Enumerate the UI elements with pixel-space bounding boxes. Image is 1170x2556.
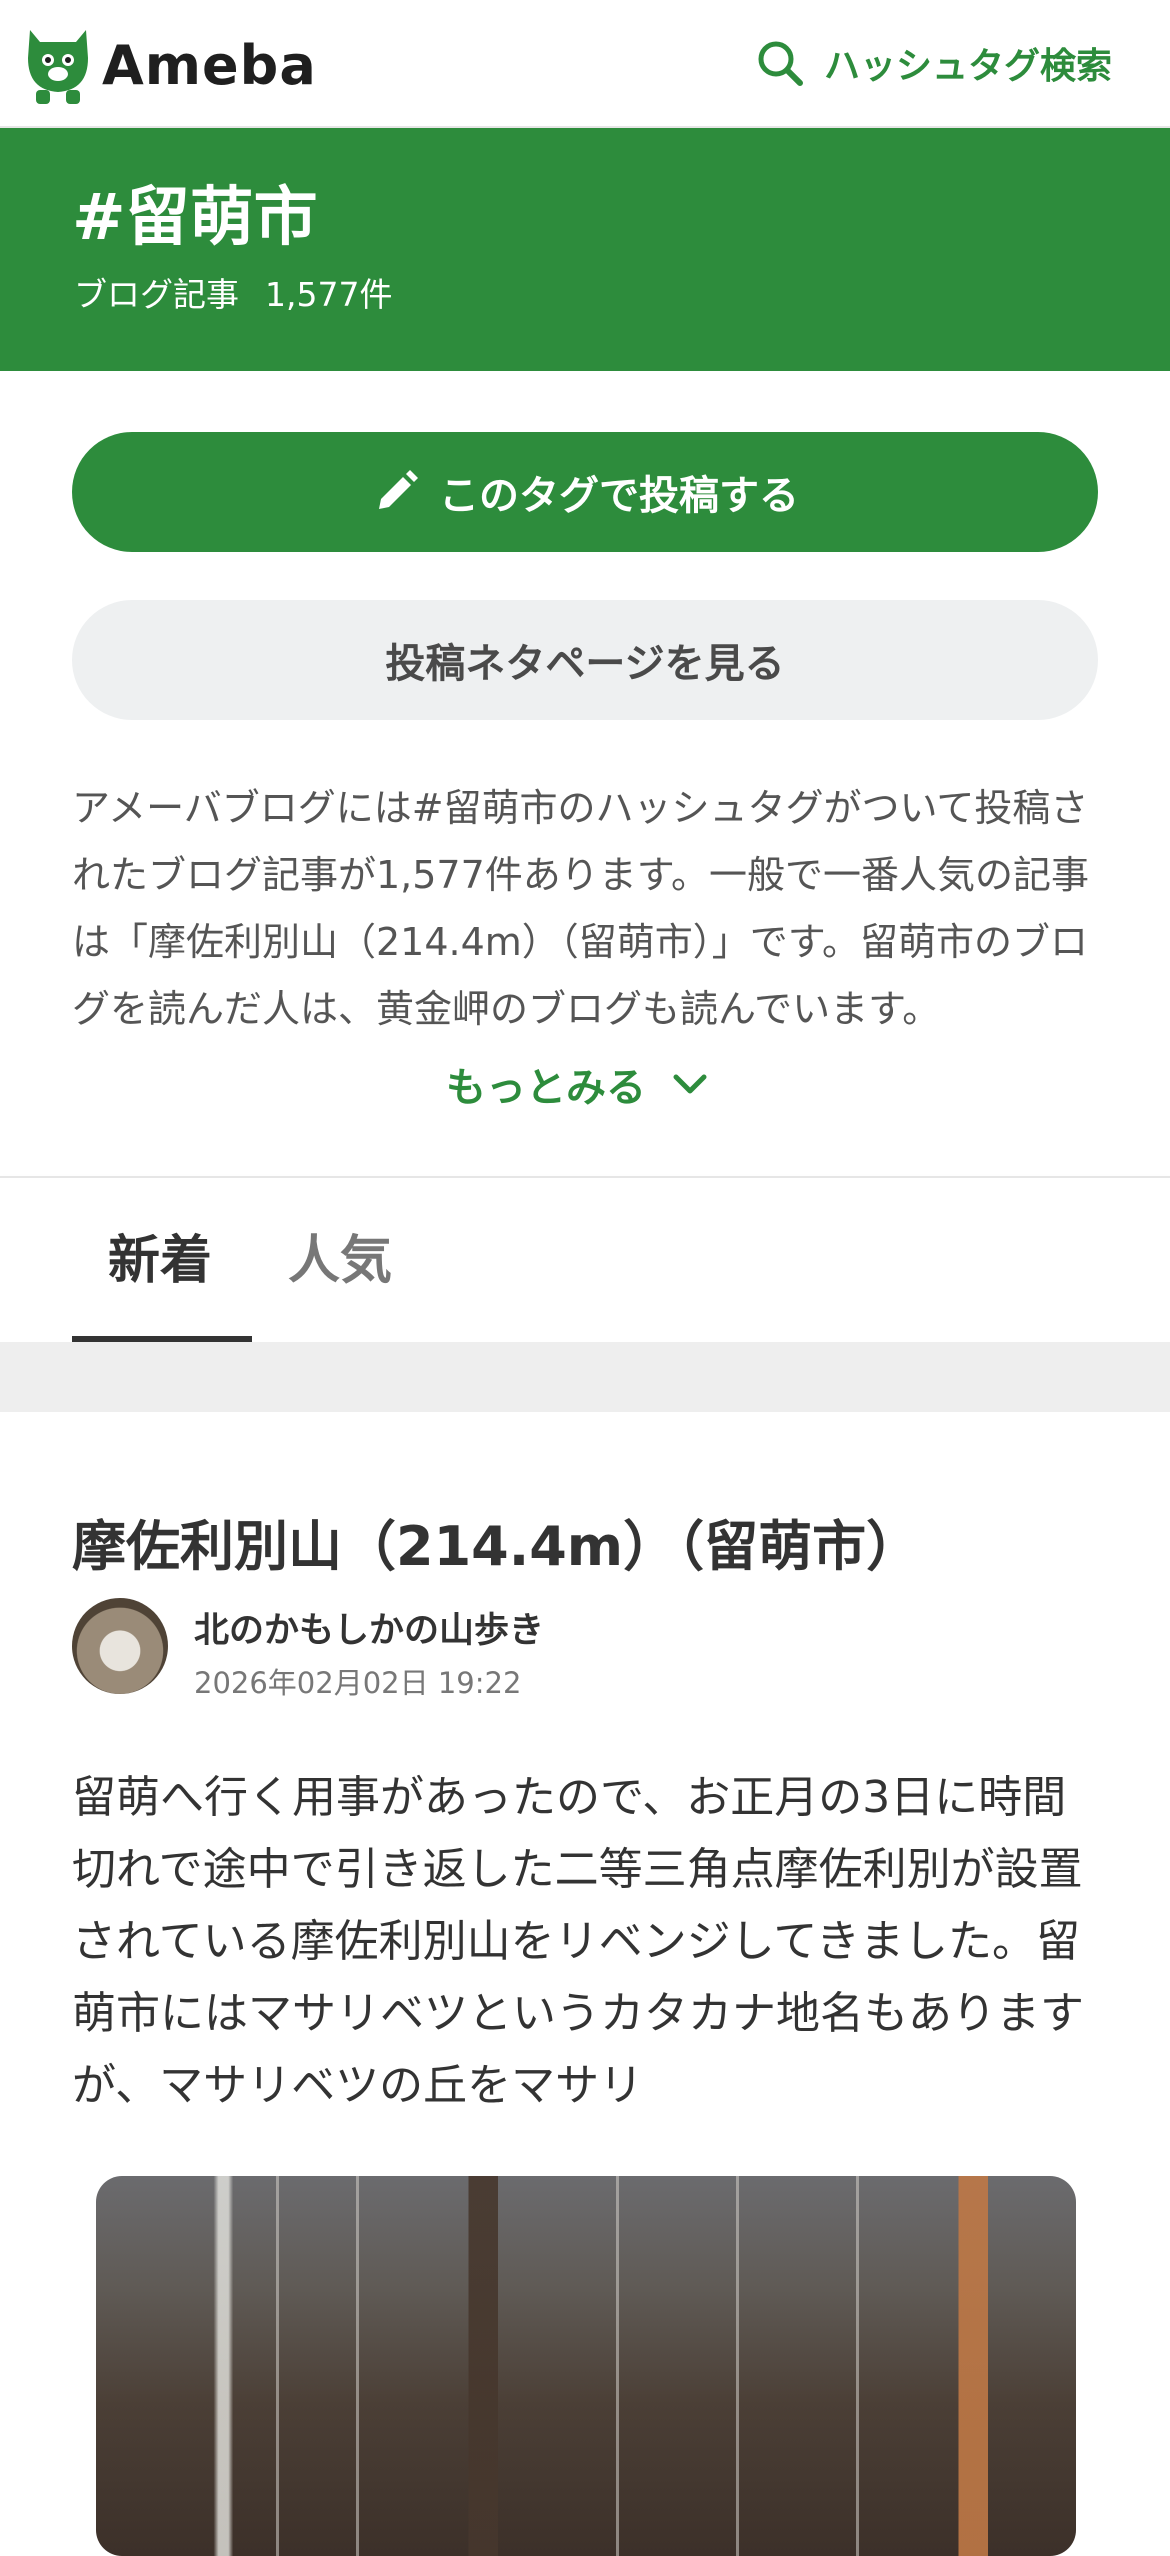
hashtag-search-label: ハッシュタグ検索 xyxy=(823,46,1112,87)
article-count-value: 1,577件 xyxy=(265,275,393,314)
top-header: Ameba ハッシュタグ検索 xyxy=(0,0,1170,128)
photo-detail xyxy=(736,2176,739,2556)
tag-description: アメーバブログには#留萌市のハッシュタグがついて投稿されたブログ記事が1,577… xyxy=(72,786,1089,1031)
post-with-tag-label: このタグで投稿する xyxy=(439,473,799,519)
post-with-tag-button[interactable]: このタグで投稿する xyxy=(72,432,1098,552)
excerpt-fade xyxy=(960,2058,1100,2138)
blogger-name[interactable]: 北のかもしかの山歩き xyxy=(194,1602,544,1653)
sort-tabs: 新着 人気 xyxy=(0,1176,1170,1342)
avatar[interactable] xyxy=(72,1598,168,1694)
ameba-logo[interactable]: Ameba xyxy=(22,20,317,110)
view-neta-page-button[interactable]: 投稿ネタページを見る xyxy=(72,600,1098,720)
logo-text: Ameba xyxy=(102,33,317,97)
show-more-label: もっとみる xyxy=(446,1065,646,1111)
section-divider xyxy=(0,1342,1170,1412)
photo-detail xyxy=(616,2176,619,2556)
entry-title[interactable]: 摩佐利別山（214.4m）（留萌市） xyxy=(72,1502,920,1581)
article-count-label: ブログ記事 xyxy=(74,275,239,314)
show-more-button[interactable]: もっとみる xyxy=(446,1055,712,1113)
hashtag-search-link[interactable]: ハッシュタグ検索 xyxy=(754,32,1112,94)
pencil-icon xyxy=(379,470,418,509)
search-icon xyxy=(758,41,803,86)
view-neta-page-label: 投稿ネタページを見る xyxy=(385,641,785,687)
tab-new[interactable]: 新着 xyxy=(108,1218,212,1293)
tag-title: #留萌市 xyxy=(72,181,318,255)
entry-photo[interactable] xyxy=(96,2176,1076,2556)
chevron-down-icon xyxy=(673,1074,707,1094)
ameba-logo-icon xyxy=(28,30,88,104)
article-count: ブログ記事 1,577件 xyxy=(74,278,392,311)
photo-detail xyxy=(856,2176,859,2556)
tab-popular[interactable]: 人気 xyxy=(288,1218,392,1293)
entry-date: 2026年02月02日 19:22 xyxy=(194,1666,522,1700)
photo-detail xyxy=(276,2176,279,2556)
photo-detail xyxy=(356,2176,359,2556)
entry-excerpt[interactable]: 留萌へ行く用事があったので、お正月の3日に時間切れで途中で引き返した二等三角点摩… xyxy=(72,1762,1102,2122)
tag-banner: #留萌市 ブログ記事 1,577件 xyxy=(0,128,1170,371)
